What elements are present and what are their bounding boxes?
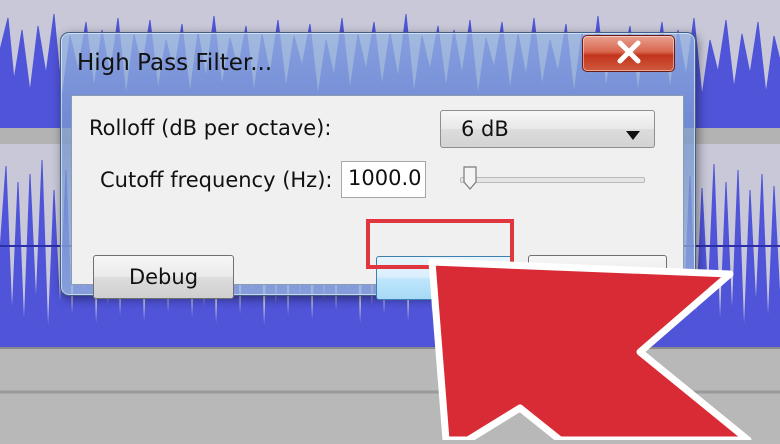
empty-track-area: [0, 348, 780, 440]
debug-button[interactable]: Debug: [93, 255, 234, 299]
cutoff-label: Cutoff frequency (Hz):: [100, 168, 333, 192]
ok-button-highlight: [366, 219, 514, 269]
close-button[interactable]: [582, 35, 675, 72]
cutoff-slider-track[interactable]: [460, 177, 645, 183]
rolloff-dropdown[interactable]: 6 dB: [440, 110, 655, 148]
cutoff-frequency-input[interactable]: 1000.0: [341, 161, 426, 198]
rolloff-label: Rolloff (dB per octave):: [89, 116, 332, 140]
close-icon: [616, 40, 642, 68]
dialog-title: High Pass Filter...: [77, 50, 273, 76]
rolloff-selected-value: 6 dB: [461, 117, 509, 141]
cancel-button[interactable]: Cancel: [528, 255, 667, 299]
chevron-down-icon: [626, 125, 640, 144]
cutoff-slider-thumb[interactable]: [463, 166, 477, 194]
